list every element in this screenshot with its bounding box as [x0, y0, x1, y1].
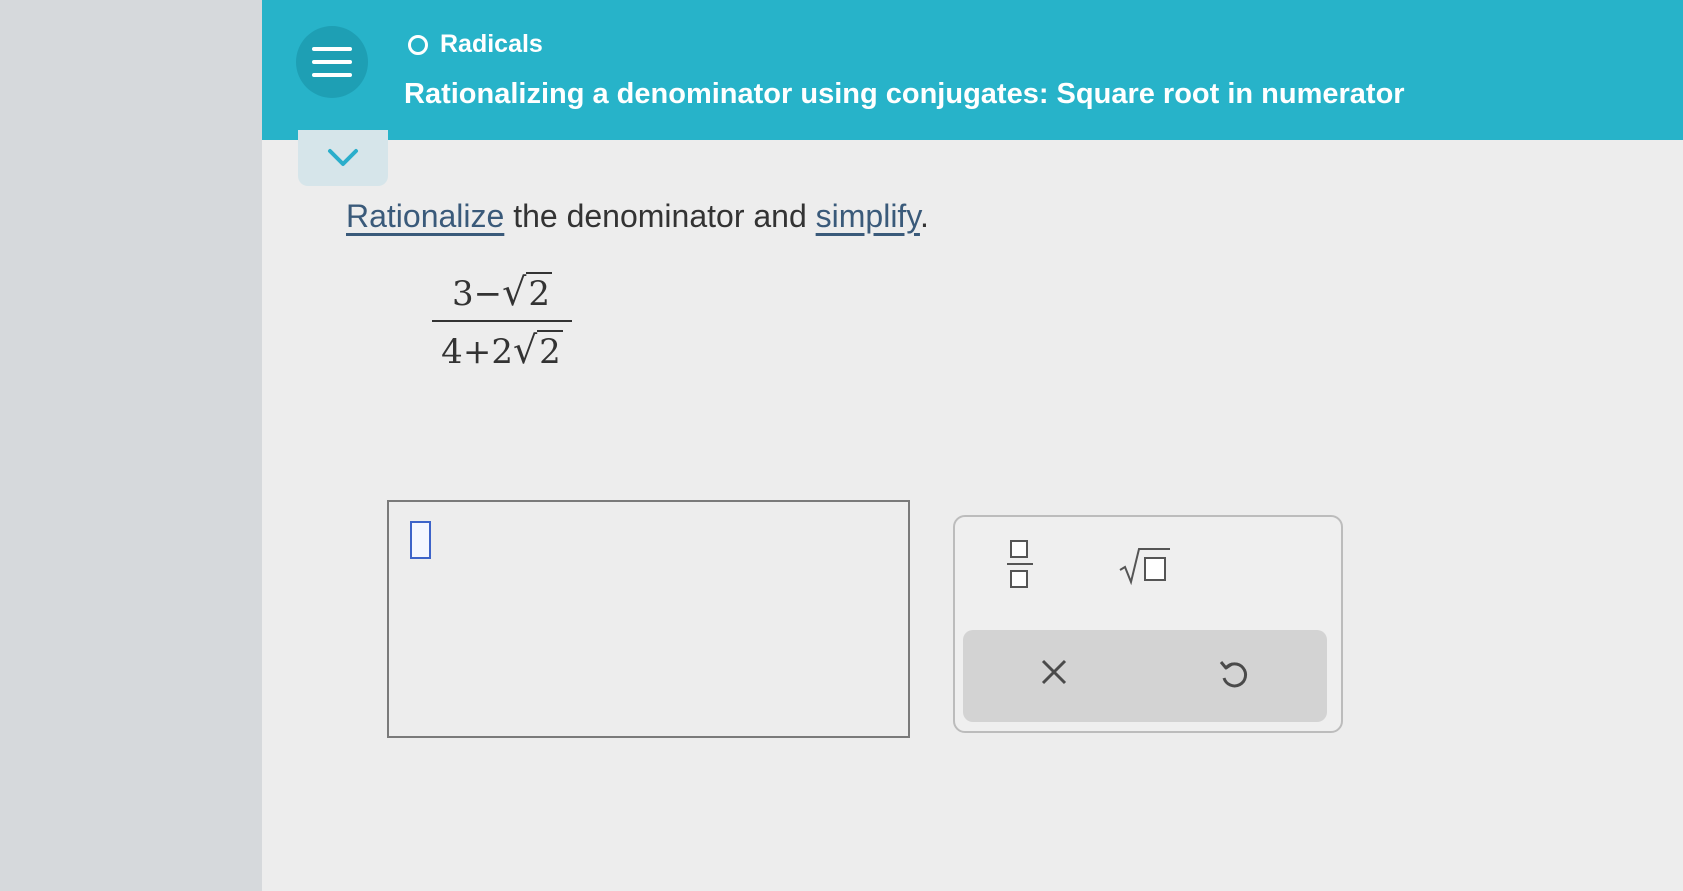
hamburger-icon-bar-1: [312, 47, 352, 51]
fraction-bar: [432, 320, 572, 322]
input-cursor-slot[interactable]: [410, 521, 431, 559]
numerator-radicand: 2: [526, 272, 552, 314]
sqrt-icon: √: [502, 270, 527, 314]
fraction-bottom-slot-icon: [1010, 570, 1028, 588]
undo-icon: [1219, 661, 1248, 688]
undo-button[interactable]: [1210, 652, 1256, 698]
denominator-sqrt: √2: [513, 328, 563, 372]
expression-numerator: 3−√2: [442, 270, 562, 314]
action-bar: [963, 630, 1327, 722]
topic-header: [262, 0, 1683, 140]
left-margin: [0, 0, 262, 891]
page-title: Rationalizing a denominator using conjug…: [404, 78, 1405, 110]
problem-instruction: Rationalize the denominator and simplify…: [346, 198, 929, 235]
fraction-button[interactable]: [1005, 536, 1035, 592]
numerator-sqrt: √2: [502, 270, 552, 314]
fraction-bar-icon: [1007, 563, 1033, 565]
collapse-button[interactable]: [298, 130, 388, 186]
clear-button[interactable]: [1032, 650, 1076, 694]
topic-row: Radicals: [408, 30, 543, 59]
rationalize-link[interactable]: Rationalize: [346, 198, 504, 234]
denominator-whole: 4: [441, 332, 463, 372]
fraction-top-slot-icon: [1010, 540, 1028, 558]
instruction-text: the denominator and: [504, 198, 816, 234]
hamburger-icon-bar-2: [312, 60, 352, 64]
expression-denominator: 4+2√2: [432, 328, 572, 372]
menu-button[interactable]: [296, 26, 368, 98]
chevron-down-icon: [328, 149, 358, 166]
sqrt-icon: √: [512, 328, 538, 372]
circle-outline-icon: [408, 34, 428, 55]
square-root-button[interactable]: [1118, 546, 1172, 586]
answer-input[interactable]: [387, 500, 910, 738]
x-icon: [1041, 659, 1067, 685]
denominator-operator: +: [462, 332, 492, 372]
denominator-coefficient: 2: [491, 332, 513, 372]
simplify-link[interactable]: simplify: [816, 198, 920, 234]
topic-label: Radicals: [440, 30, 543, 58]
instruction-period: .: [919, 198, 929, 234]
square-root-icon: [1119, 548, 1170, 586]
numerator-whole: 3: [452, 274, 474, 314]
hamburger-icon-bar-3: [312, 73, 352, 77]
denominator-radicand: 2: [537, 330, 563, 372]
numerator-operator: −: [473, 274, 503, 314]
